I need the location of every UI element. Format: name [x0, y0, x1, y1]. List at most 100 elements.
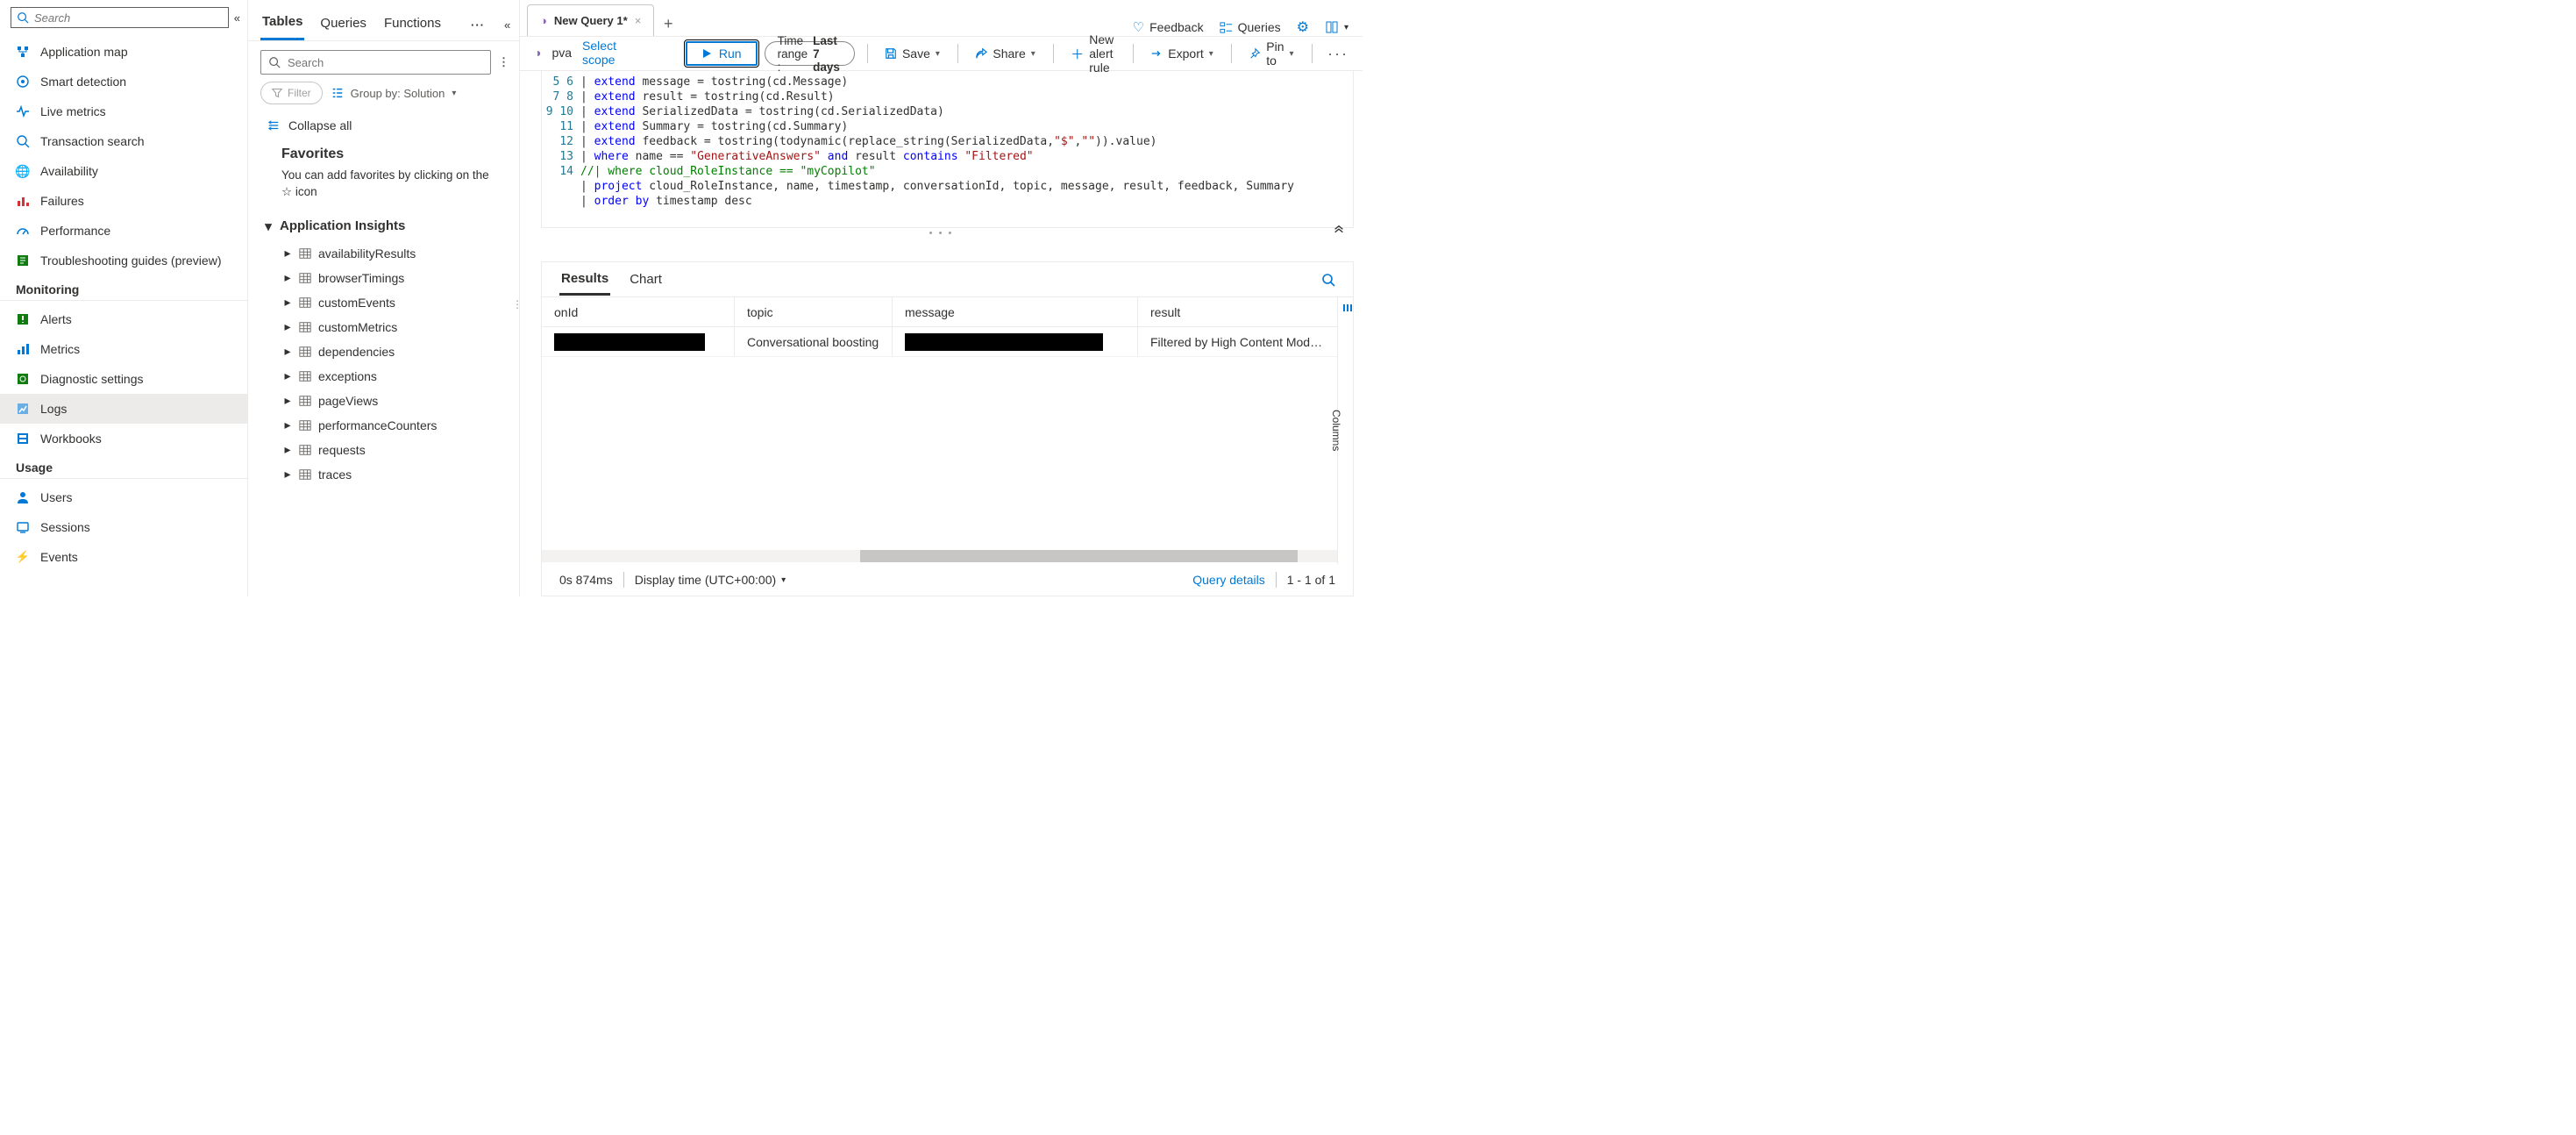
- sidebar-item-label: Live metrics: [40, 104, 106, 118]
- schema-tab-tables[interactable]: Tables: [260, 9, 304, 40]
- caret-right-icon: ▸: [283, 442, 292, 457]
- resize-handle[interactable]: • • •: [520, 228, 1363, 240]
- collapse-schema-icon[interactable]: «: [504, 18, 510, 32]
- add-tab-button[interactable]: +: [656, 11, 680, 36]
- filter-button[interactable]: Filter: [260, 82, 323, 104]
- sidebar-item-label: Availability: [40, 164, 98, 178]
- sidebar-item-sessions[interactable]: Sessions: [0, 512, 247, 542]
- sidebar-item-users[interactable]: Users: [0, 482, 247, 512]
- col-onid[interactable]: onId: [542, 297, 735, 326]
- filter-icon: [272, 88, 282, 98]
- query-editor[interactable]: 5 6 7 8 9 10 11 12 13 14 | extend messag…: [541, 71, 1354, 228]
- new-alert-button[interactable]: ＋ New alert rule: [1065, 32, 1121, 75]
- sidebar-item-metrics[interactable]: Metrics: [0, 334, 247, 364]
- run-button[interactable]: Run: [686, 41, 758, 66]
- toolbar-more-icon[interactable]: ···: [1324, 45, 1352, 63]
- sidebar-item-availability[interactable]: 🌐Availability: [0, 156, 247, 186]
- tree-group-app-insights[interactable]: ▾ Application Insights: [264, 215, 509, 241]
- table-label: availabilityResults: [318, 246, 416, 261]
- gear-icon[interactable]: ⚙: [1297, 18, 1309, 36]
- query-tab[interactable]: ◑ New Query 1* ×: [527, 4, 654, 36]
- query-details-link[interactable]: Query details: [1192, 573, 1264, 587]
- favorites-header: Favorites: [264, 145, 509, 168]
- schema-search-input[interactable]: [288, 56, 483, 69]
- editor-code[interactable]: | extend message = tostring(cd.Message) …: [580, 71, 1353, 227]
- chevron-down-icon: ▾: [452, 89, 456, 98]
- results-tab-results[interactable]: Results: [559, 264, 610, 296]
- save-button[interactable]: Save ▾: [879, 46, 945, 61]
- export-button[interactable]: Export ▾: [1145, 46, 1219, 61]
- col-result[interactable]: result: [1138, 297, 1337, 326]
- table-icon: [299, 468, 311, 481]
- select-scope-link[interactable]: Select scope: [582, 39, 651, 67]
- table-browserTimings[interactable]: ▸browserTimings: [264, 266, 509, 290]
- sidebar-item-logs[interactable]: Logs: [0, 394, 247, 424]
- sidebar-item-label: Events: [40, 550, 78, 564]
- lightbulb-icon: ◑: [540, 14, 547, 27]
- redacted-value: [554, 333, 705, 351]
- table-pageViews[interactable]: ▸pageViews: [264, 389, 509, 413]
- sidebar-search[interactable]: [11, 7, 229, 28]
- sidebar-item-troubleshooting-guides-preview-[interactable]: Troubleshooting guides (preview): [0, 246, 247, 275]
- export-label: Export: [1168, 46, 1203, 61]
- sidebar-item-label: Metrics: [40, 342, 80, 356]
- sidebar-item-label: Diagnostic settings: [40, 372, 144, 386]
- sidebar-section-header: Monitoring: [0, 275, 247, 301]
- sidebar-item-performance[interactable]: Performance: [0, 216, 247, 246]
- schema-search[interactable]: [260, 50, 491, 75]
- chevron-down-icon: ▾: [781, 575, 786, 585]
- schema-tab-queries[interactable]: Queries: [318, 11, 368, 39]
- caret-right-icon: ▸: [283, 344, 292, 359]
- chevron-down-icon: ▾: [1290, 49, 1294, 59]
- schema-search-more-icon[interactable]: ⋮: [498, 55, 510, 69]
- columns-toggle[interactable]: Columns: [1337, 297, 1353, 564]
- horizontal-scrollbar[interactable]: [542, 550, 1337, 562]
- table-icon: [299, 370, 311, 382]
- reader-button[interactable]: ▾: [1325, 20, 1348, 34]
- table-exceptions[interactable]: ▸exceptions: [264, 364, 509, 389]
- collapse-all-button[interactable]: Collapse all: [264, 113, 509, 145]
- sidebar-item-alerts[interactable]: Alerts: [0, 304, 247, 334]
- sidebar-item-workbooks[interactable]: Workbooks: [0, 424, 247, 453]
- schema-more-icon[interactable]: ···: [471, 18, 485, 32]
- sidebar-item-diagnostic-settings[interactable]: Diagnostic settings: [0, 364, 247, 394]
- table-customEvents[interactable]: ▸customEvents: [264, 290, 509, 315]
- feedback-button[interactable]: ♡ Feedback: [1133, 19, 1204, 35]
- sidebar-item-events[interactable]: ⚡Events: [0, 542, 247, 572]
- chevron-up-collapse-icon[interactable]: [1333, 225, 1345, 237]
- schema-tab-functions[interactable]: Functions: [382, 11, 443, 39]
- table-traces[interactable]: ▸traces: [264, 462, 509, 487]
- table-customMetrics[interactable]: ▸customMetrics: [264, 315, 509, 339]
- time-range-button[interactable]: Time range : Last 7 days: [765, 41, 855, 66]
- sidebar-item-smart-detection[interactable]: Smart detection: [0, 67, 247, 96]
- query-tab-title: New Query 1*: [554, 14, 628, 27]
- queries-icon: [1220, 21, 1233, 34]
- grid-row[interactable]: Conversational boosting Filtered by High…: [542, 327, 1337, 357]
- display-time-button[interactable]: Display time (UTC+00:00) ▾: [635, 573, 786, 587]
- search-results-icon[interactable]: [1321, 273, 1335, 287]
- results-tab-chart[interactable]: Chart: [628, 265, 664, 294]
- table-performanceCounters[interactable]: ▸performanceCounters: [264, 413, 509, 438]
- sidebar-item-label: Application map: [40, 45, 128, 59]
- groupby-button[interactable]: Group by: Solution ▾: [331, 87, 457, 100]
- close-icon[interactable]: ×: [635, 14, 642, 27]
- table-dependencies[interactable]: ▸dependencies: [264, 339, 509, 364]
- tree-group-label: Application Insights: [280, 218, 405, 233]
- col-message[interactable]: message: [893, 297, 1138, 326]
- share-button[interactable]: Share ▾: [970, 46, 1040, 61]
- collapse-sidebar-icon[interactable]: «: [234, 11, 240, 25]
- queries-button[interactable]: Queries: [1220, 20, 1281, 34]
- table-availabilityResults[interactable]: ▸availabilityResults: [264, 241, 509, 266]
- pin-button[interactable]: Pin to ▾: [1243, 39, 1299, 68]
- drag-handle-icon[interactable]: ⋮: [512, 298, 520, 311]
- table-requests[interactable]: ▸requests: [264, 438, 509, 462]
- chevron-down-icon: ▾: [936, 49, 940, 59]
- results-grid[interactable]: onId topic message result Conversational…: [542, 297, 1337, 564]
- sidebar-item-failures[interactable]: Failures: [0, 186, 247, 216]
- sidebar-item-application-map[interactable]: Application map: [0, 37, 247, 67]
- sidebar-item-transaction-search[interactable]: Transaction search: [0, 126, 247, 156]
- sidebar-search-input[interactable]: [34, 11, 223, 25]
- schema-tabs: Tables Queries Functions ··· «: [248, 0, 519, 41]
- col-topic[interactable]: topic: [735, 297, 893, 326]
- sidebar-item-live-metrics[interactable]: Live metrics: [0, 96, 247, 126]
